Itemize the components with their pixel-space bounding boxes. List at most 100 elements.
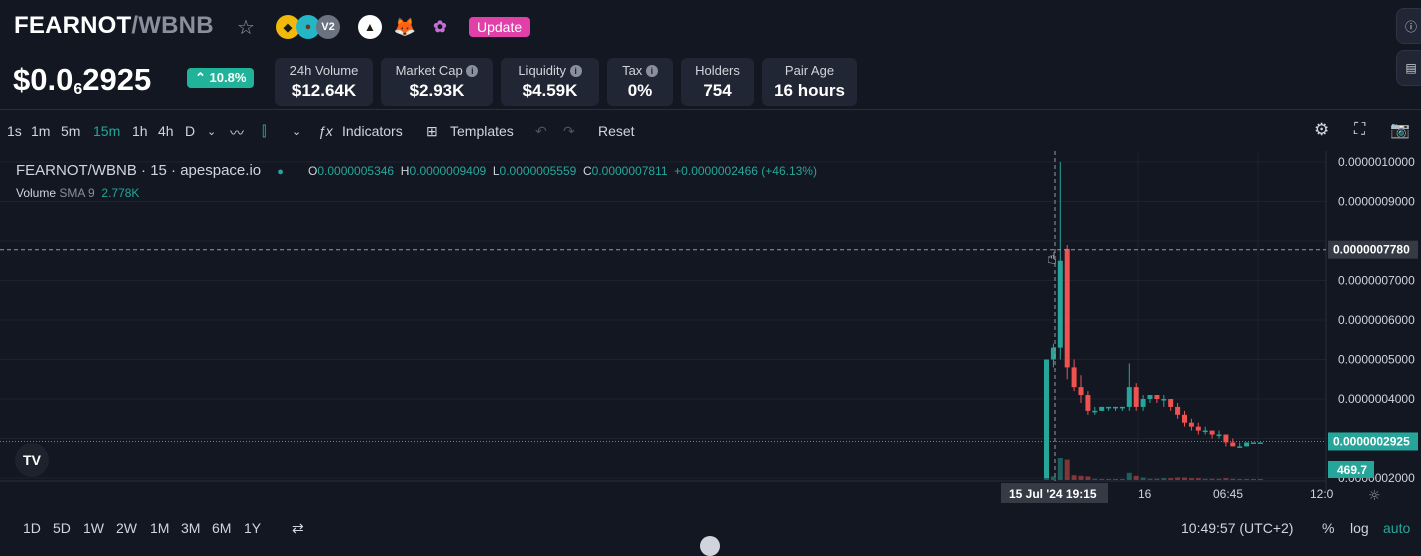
- percent-scale-button[interactable]: %: [1322, 520, 1334, 536]
- price-tick-label: 0.0000005000: [1338, 353, 1415, 367]
- range-1w[interactable]: 1W: [83, 520, 104, 536]
- sun-icon: ☼: [1368, 488, 1381, 504]
- info-icon[interactable]: i: [645, 65, 658, 77]
- info-icon[interactable]: i: [466, 65, 479, 77]
- stat-label-wrap: Liquidity i: [501, 63, 599, 78]
- metamask-icon[interactable]: 🦊: [393, 15, 417, 39]
- price-change-badge: ⌃ 10.8%: [187, 68, 255, 88]
- chevron-down-icon[interactable]: ⌄: [292, 125, 301, 138]
- update-button[interactable]: Update: [469, 17, 531, 37]
- version-label: V2: [321, 21, 335, 33]
- redo-icon[interactable]: ↷: [563, 123, 575, 140]
- chart-overlay: 0.0000007780 0.0000002925 469.7 15 Jul '24 …: [0, 151, 1418, 503]
- indicators-icon: ƒx: [318, 123, 333, 139]
- price-zero-count: 6: [73, 81, 83, 98]
- quote-symbol: /WBNB: [131, 12, 214, 39]
- volume-bar: [1209, 478, 1215, 480]
- chevron-down-icon[interactable]: ⌄: [207, 125, 216, 138]
- date-range-icon[interactable]: ⇄: [292, 520, 304, 537]
- range-1y[interactable]: 1Y: [244, 520, 261, 536]
- volume-bar: [1237, 479, 1243, 480]
- tradingview-logo-icon[interactable]: TV: [15, 443, 49, 477]
- token-header: FEARNOT/WBNB ☆ ◆ ● V2 ▲ 🦊 ✿ Update $0.06…: [0, 0, 1421, 110]
- candle-body: [1092, 410, 1098, 413]
- time-tick-label: 06:45: [1213, 487, 1243, 501]
- star-icon[interactable]: ☆: [237, 15, 255, 40]
- interval-1s[interactable]: 1s: [7, 123, 22, 139]
- price-tick-label: 0.0000004000: [1338, 392, 1415, 406]
- interval-d[interactable]: D: [185, 123, 195, 139]
- stat-liquidity: Liquidity i $4.59K: [501, 58, 599, 106]
- candle-body: [1182, 414, 1187, 423]
- log-scale-button[interactable]: log: [1350, 520, 1369, 536]
- legend-interval: 15: [150, 162, 167, 179]
- volume-bar: [1071, 475, 1077, 480]
- price-chart[interactable]: 0.00000100000.00000090000.00000070000.00…: [0, 151, 1421, 514]
- settings-gear-icon[interactable]: ⚙: [1314, 120, 1329, 140]
- change-value: +0.0000002466 (+46.13%): [674, 164, 817, 178]
- volume-bar: [1216, 478, 1222, 480]
- undo-icon[interactable]: ↶: [535, 123, 547, 140]
- stat-value: 0%: [627, 81, 653, 100]
- range-1m[interactable]: 1M: [150, 520, 169, 536]
- range-3m[interactable]: 3M: [181, 520, 200, 536]
- candle-body: [1113, 406, 1118, 409]
- volume-bar: [1140, 477, 1146, 480]
- volume-legend: Volume SMA 9 2.778K: [16, 186, 139, 200]
- reset-button[interactable]: Reset: [598, 123, 635, 139]
- range-6m[interactable]: 6M: [212, 520, 231, 536]
- low-label: L: [492, 164, 500, 178]
- price-tick-label: 0.0000006000: [1338, 313, 1415, 327]
- stat-label: Liquidity: [518, 63, 567, 78]
- candle-body: [1237, 446, 1243, 448]
- collapse-handle-icon[interactable]: [700, 536, 720, 556]
- camera-icon[interactable]: 📷: [1390, 120, 1410, 140]
- lotus-icon[interactable]: ✿: [428, 15, 452, 39]
- range-5d[interactable]: 5D: [53, 520, 71, 536]
- interval-5m[interactable]: 5m: [61, 123, 80, 139]
- templates-button[interactable]: Templates: [450, 123, 514, 139]
- price-digits: 2925: [82, 62, 152, 97]
- wallet-panel-button[interactable]: ▤: [1396, 50, 1421, 86]
- candle-body: [1147, 395, 1153, 399]
- interval-1m[interactable]: 1m: [31, 123, 50, 139]
- templates-icon: ⊞: [426, 123, 438, 139]
- volume-bar: [1168, 478, 1174, 480]
- indicators-button[interactable]: Indicators: [342, 123, 403, 139]
- legend-source: apespace.io: [180, 162, 262, 179]
- clock-readout[interactable]: 10:49:57 (UTC+2): [1181, 520, 1293, 536]
- candle-body: [1106, 406, 1112, 409]
- volume-value-label: 469.7: [1337, 463, 1367, 477]
- volume-bar: [1147, 478, 1153, 480]
- candle-body: [1216, 434, 1222, 437]
- version-badge: V2: [316, 15, 340, 39]
- chart-audit-icon[interactable]: ▲: [358, 15, 382, 39]
- stat-label: Holders: [695, 63, 740, 78]
- volume-bar: [1092, 478, 1098, 480]
- info-panel-button[interactable]: ⓘ: [1396, 8, 1421, 44]
- price-change-value: 10.8%: [209, 70, 247, 85]
- crosshair-price-label: 0.0000007780: [1333, 243, 1410, 257]
- interval-1h[interactable]: 1h: [132, 123, 148, 139]
- base-symbol: FEARNOT: [14, 12, 132, 39]
- candle-body: [1161, 399, 1167, 401]
- stat-label: Tax: [622, 63, 643, 78]
- price-tick-label: 0.0000009000: [1338, 195, 1415, 209]
- chart-legend: FEARNOT/WBNB · 15 · apespace.io ●: [16, 162, 284, 179]
- range-2w[interactable]: 2W: [116, 520, 137, 536]
- candle-body: [1078, 387, 1084, 396]
- candle-body: [1119, 406, 1125, 409]
- info-icon[interactable]: i: [569, 65, 582, 77]
- ohlc-readout: O0.0000005346 H0.0000009409 L0.000000555…: [308, 164, 817, 178]
- pair-title: FEARNOT/WBNB: [14, 12, 214, 40]
- auto-scale-button[interactable]: auto: [1383, 520, 1410, 536]
- candles-icon[interactable]: ⫿: [262, 123, 266, 140]
- range-1d[interactable]: 1D: [23, 520, 41, 536]
- low-value: 0.0000005559: [499, 164, 577, 178]
- last-price-label: 0.0000002925: [1333, 434, 1410, 448]
- line-chart-icon[interactable]: 〰: [230, 123, 244, 143]
- stat-24h-volume: 24h Volume $12.64K: [275, 58, 373, 106]
- fullscreen-icon[interactable]: ⛶: [1354, 121, 1365, 139]
- interval-4h[interactable]: 4h: [158, 123, 174, 139]
- interval-15m[interactable]: 15m: [93, 123, 120, 139]
